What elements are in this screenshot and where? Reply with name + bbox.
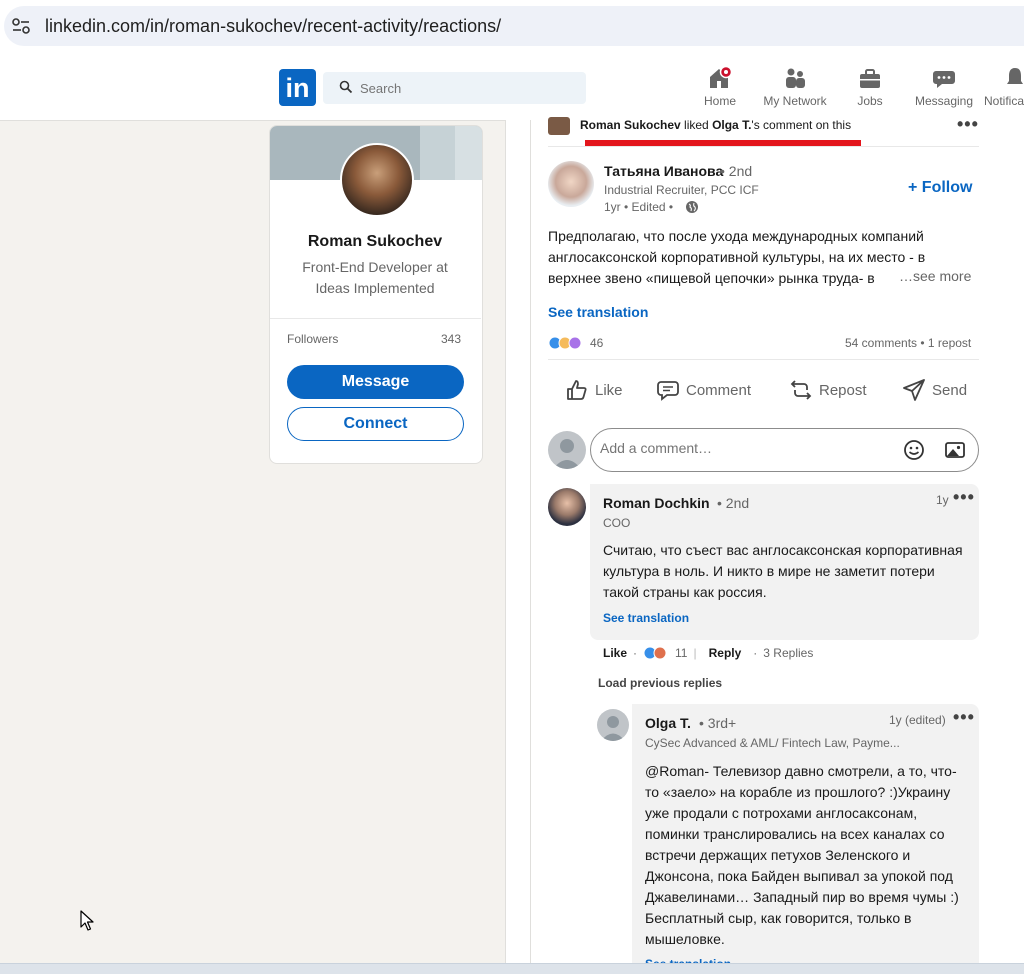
linkedin-logo[interactable]: in [279,69,316,106]
comment-label: Comment [686,381,752,399]
activity-actor[interactable]: Roman Sukochev [580,118,681,132]
nav-my-network[interactable]: My Network [758,66,832,116]
comment-reply-button[interactable]: Reply [709,646,742,660]
nav-jobs-label: Jobs [857,94,883,108]
followers-count: 343 [441,332,462,346]
comment-button[interactable]: Comment [656,378,751,402]
reply-author-avatar[interactable] [597,709,629,741]
load-previous-replies[interactable]: Load previous replies [598,676,722,690]
post-time: 1yr • Edited • [604,200,674,214]
site-info-icon[interactable] [10,15,32,37]
profile-headline: Front-End Developer at Ideas Implemented [302,259,448,296]
reaction-count: 46 [590,336,604,350]
my-avatar[interactable] [548,431,586,469]
comment-text: Считаю, что съест вас англосаксонская ко… [603,542,963,600]
activity-target[interactable]: Olga T. [712,118,751,132]
comment-author-avatar[interactable] [548,488,586,526]
comment-reaction-icons [643,646,667,660]
banner-shape-2 [455,126,482,180]
post-author-name[interactable]: Татьяна Иванова [604,163,723,179]
like-label: Like [595,381,623,399]
image-icon[interactable] [944,439,966,466]
separator-dot: · [753,646,758,660]
activity-verb: liked [680,118,713,132]
reply-text: @Roman- Телевизор давно смотрели, а то, … [645,763,959,947]
emoji-icon[interactable] [903,439,925,466]
card-divider [270,318,481,319]
send-button[interactable]: Send [902,378,967,402]
comment-author-title: COO [603,516,631,530]
comment-reaction-count[interactable]: 11 [675,646,687,660]
post-reactions[interactable]: 46 [548,336,603,350]
post-more-options-icon[interactable]: ••• [957,114,979,135]
search-icon [339,80,353,99]
comment-icon [657,381,679,401]
bell-icon [984,66,1024,90]
send-label: Send [932,381,968,399]
home-icon [697,66,743,90]
post-author-avatar[interactable] [548,161,594,207]
reply-author-title: CySec Advanced & AML/ Fintech Law, Payme… [645,736,900,750]
like-icon [567,380,587,400]
profile-avatar[interactable] [340,143,414,217]
separator-dot: · [633,646,638,660]
url-text[interactable]: linkedin.com/in/roman-sukochev/recent-ac… [45,16,501,37]
mouse-cursor-icon [80,910,94,937]
follow-button[interactable]: + Follow [908,179,972,197]
header-divider [548,146,979,147]
activity-suffix: 's comment on this [751,118,852,132]
message-button[interactable]: Message [287,365,464,399]
comment-input[interactable] [600,440,850,456]
people-icon [758,66,832,90]
activity-header: Roman Sukochev liked Olga T.'s comment o… [580,118,851,132]
nav-notifications[interactable]: Notifications [984,66,1024,116]
separator-bar: | [693,646,697,660]
nav-home[interactable]: Home [697,66,743,116]
reply-time: 1y (edited) [889,713,946,727]
nav-notifications-label: Notifications [984,94,1024,108]
search-input[interactable] [360,81,560,96]
chat-icon [912,66,976,90]
globe-icon [685,200,699,219]
comment-time: 1y [936,493,949,507]
post-author-title: Industrial Recruiter, PCC ICF [604,183,759,197]
reaction-icons [548,336,586,350]
reply-author-name[interactable]: Olga T. [645,715,691,731]
reply-author-degree: • 3rd+ [699,715,737,731]
post-see-translation[interactable]: See translation [548,304,648,320]
comments-reposts-count[interactable]: 54 comments • 1 repost [845,336,971,350]
activity-actor-avatar[interactable] [548,117,570,135]
comment-replies-count[interactable]: 3 Replies [763,646,813,660]
nav-home-label: Home [703,94,736,108]
send-icon [903,379,925,401]
comment-see-translation[interactable]: See translation [603,611,689,625]
nav-messaging[interactable]: Messaging [912,66,976,116]
nav-my-network-label: My Network [763,94,827,108]
nav-messaging-label: Messaging [914,94,974,108]
comment-options-icon[interactable]: ••• [953,487,975,508]
comment-actions: Like · 11 | Reply · 3 Replies [603,646,813,660]
see-more-link[interactable]: …see more [896,268,972,284]
nav-jobs[interactable]: Jobs [850,66,890,116]
repost-icon [790,380,812,400]
repost-label: Repost [819,381,867,399]
reply-options-icon[interactable]: ••• [953,707,975,728]
like-button[interactable]: Like [565,378,623,402]
repost-button[interactable]: Repost [789,378,867,402]
comment-author-degree: • 2nd [717,495,750,511]
connect-button[interactable]: Connect [287,407,464,441]
window-bottom-edge [0,963,1024,974]
followers-label: Followers [287,332,339,346]
briefcase-icon [850,66,890,90]
comment-like-button[interactable]: Like [603,646,627,660]
post-author-degree: • 2nd [720,163,753,179]
comment-author-name[interactable]: Roman Dochkin [603,495,710,511]
stats-divider [548,359,979,360]
profile-name[interactable]: Roman Sukochev [269,233,481,251]
